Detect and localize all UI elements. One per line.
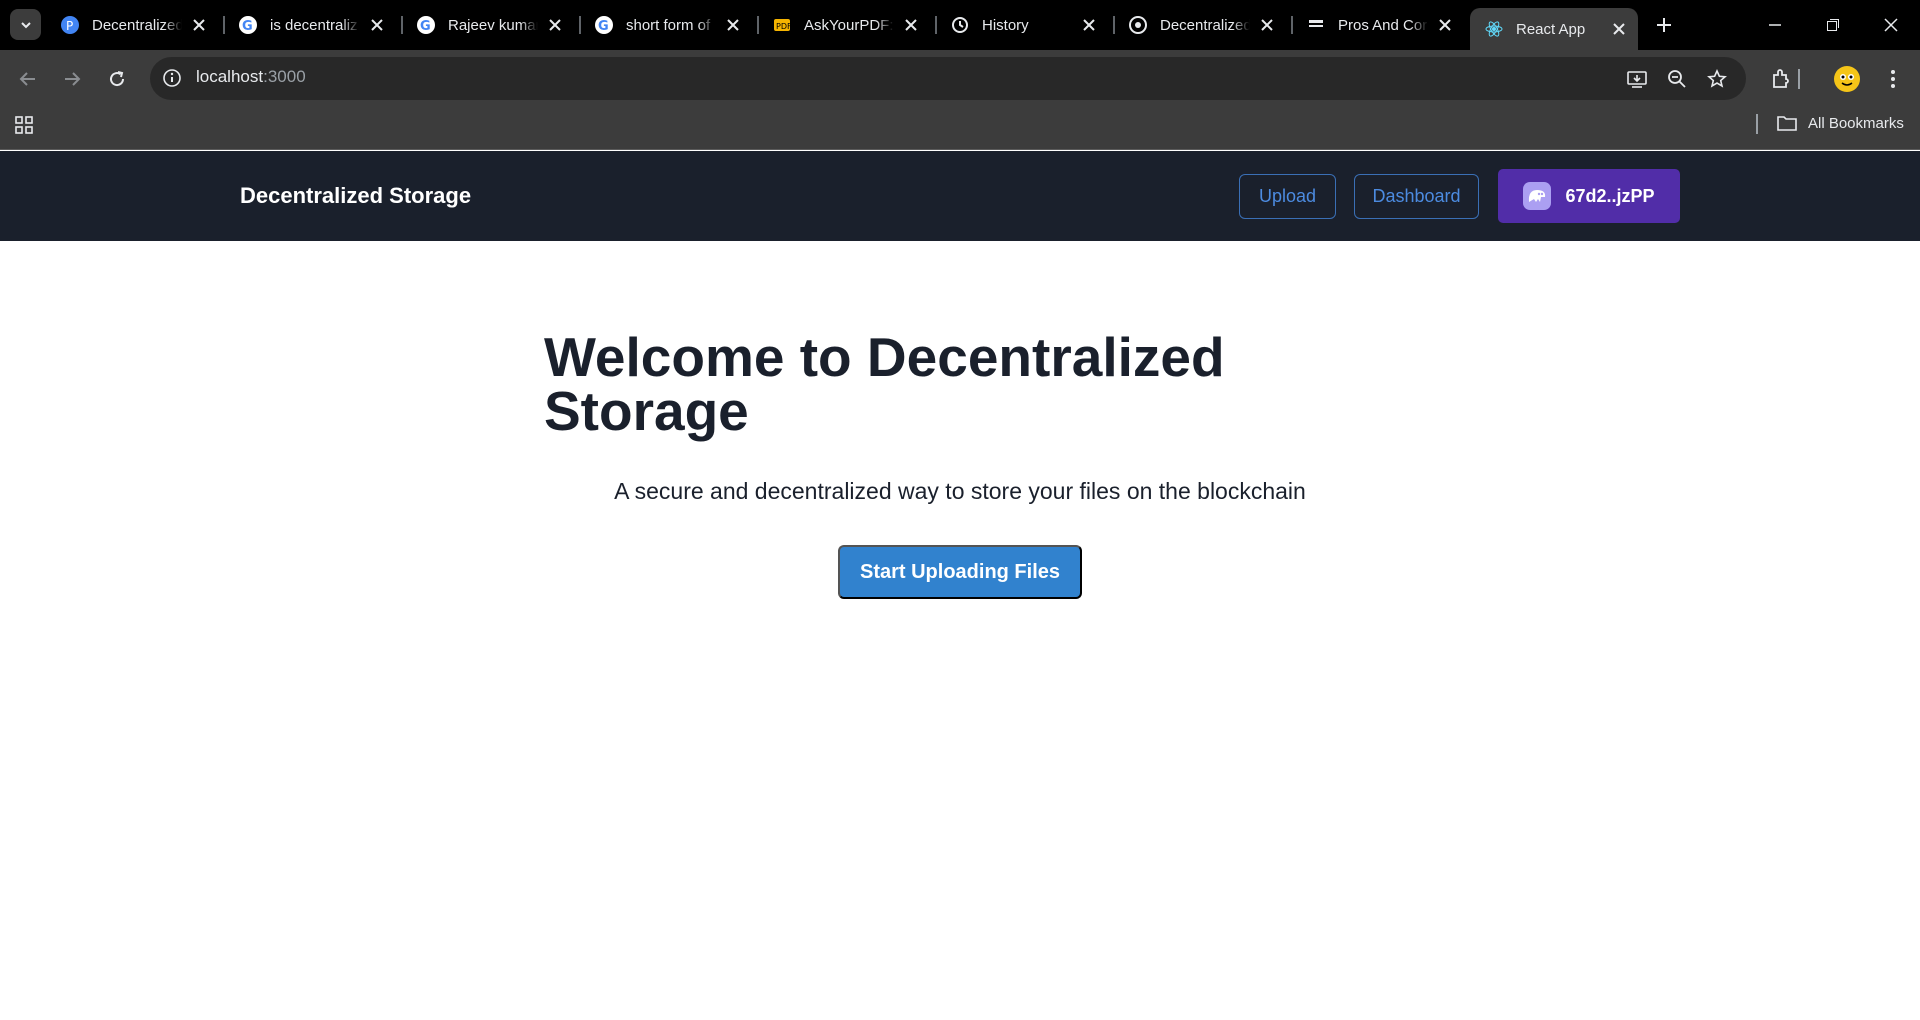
close-icon[interactable] xyxy=(724,16,742,34)
reload-button[interactable] xyxy=(102,64,132,94)
restore-icon xyxy=(1827,19,1839,31)
forward-button[interactable] xyxy=(57,64,87,94)
svg-text:G: G xyxy=(598,19,609,34)
tab-title: short form of xyxy=(626,16,711,34)
google-favicon-icon: G xyxy=(238,15,258,35)
tab-title: History xyxy=(982,16,1029,34)
info-icon[interactable] xyxy=(160,66,184,90)
tab-search-button[interactable] xyxy=(10,9,41,40)
browser-tab[interactable]: G short form of xyxy=(580,0,752,50)
back-button[interactable] xyxy=(13,64,43,94)
browser-tab[interactable]: Pros And Cor xyxy=(1292,0,1464,50)
chevron-down-icon xyxy=(20,21,31,28)
bookmarks-bar xyxy=(0,108,1920,150)
start-uploading-button[interactable]: Start Uploading Files xyxy=(838,545,1082,599)
document-favicon-icon xyxy=(1306,15,1326,35)
tab-title: is decentraliz xyxy=(270,16,358,34)
new-tab-button[interactable] xyxy=(1650,11,1678,39)
browser-tab[interactable]: G Rajeev kumar xyxy=(402,0,574,50)
restore-button[interactable] xyxy=(1804,0,1862,50)
arrow-left-icon xyxy=(19,72,35,86)
url-host: localhost xyxy=(196,67,264,86)
hero-subtitle: A secure and decentralized way to store … xyxy=(614,478,1306,504)
close-icon[interactable] xyxy=(902,16,920,34)
tab-title: Decentralized xyxy=(1160,16,1250,34)
upload-nav-button[interactable]: Upload xyxy=(1239,174,1336,219)
wallet-address: 67d2..jzPP xyxy=(1565,185,1655,206)
close-icon[interactable] xyxy=(546,16,564,34)
tab-title: Pros And Cor xyxy=(1338,16,1428,34)
browser-tab[interactable]: P Decentralized xyxy=(46,0,218,50)
arrow-right-icon xyxy=(65,72,81,86)
tab-title: Rajeev kumar xyxy=(448,16,538,34)
close-icon[interactable] xyxy=(1080,16,1098,34)
tab-title: React App xyxy=(1516,20,1586,38)
browser-tab[interactable]: Decentralized xyxy=(1114,0,1286,50)
apps-grid-icon[interactable] xyxy=(12,113,36,137)
chatgpt-favicon-icon xyxy=(1128,15,1148,35)
browser-tab[interactable]: History xyxy=(936,0,1108,50)
all-bookmarks-label: All Bookmarks xyxy=(1808,114,1904,132)
all-bookmarks-button[interactable]: All Bookmarks xyxy=(1776,114,1904,132)
perplexity-favicon-icon: P xyxy=(60,15,80,35)
history-icon xyxy=(950,15,970,35)
google-favicon-icon: G xyxy=(416,15,436,35)
window-close-button[interactable] xyxy=(1862,0,1920,50)
phantom-wallet-icon xyxy=(1523,182,1552,210)
svg-text:G: G xyxy=(242,19,253,34)
extensions-icon[interactable] xyxy=(1766,64,1796,94)
bookmarks-divider xyxy=(1756,114,1758,134)
toolbar-divider xyxy=(1798,69,1800,89)
folder-icon xyxy=(1776,114,1798,132)
avatar[interactable] xyxy=(1832,64,1862,94)
zoom-icon[interactable] xyxy=(1662,64,1692,94)
svg-text:PDF: PDF xyxy=(776,22,792,31)
more-menu-icon[interactable] xyxy=(1878,64,1908,94)
star-icon[interactable] xyxy=(1702,64,1732,94)
close-icon[interactable] xyxy=(1436,16,1454,34)
url-text[interactable]: localhost:3000 xyxy=(196,67,306,87)
close-icon[interactable] xyxy=(190,16,208,34)
askyourpdf-favicon-icon: PDF xyxy=(772,15,792,35)
react-favicon-icon xyxy=(1484,19,1504,39)
url-port: :3000 xyxy=(263,67,306,86)
minimize-icon xyxy=(1769,24,1781,26)
plus-icon xyxy=(1657,18,1671,32)
tab-title: AskYourPDF: xyxy=(804,16,894,34)
wallet-button[interactable]: 67d2..jzPP xyxy=(1498,169,1680,223)
browser-tab-active[interactable]: React App xyxy=(1470,8,1638,50)
svg-text:G: G xyxy=(420,19,431,34)
tab-title: Decentralized xyxy=(92,16,182,34)
svg-text:P: P xyxy=(66,19,73,33)
hero-title: Welcome to Decentralized Storage xyxy=(544,326,1225,442)
address-bar[interactable] xyxy=(150,57,1746,100)
brand-title[interactable]: Decentralized Storage xyxy=(240,183,471,209)
browser-tab[interactable]: PDF AskYourPDF: xyxy=(758,0,930,50)
close-icon xyxy=(1884,18,1898,32)
close-icon[interactable] xyxy=(368,16,386,34)
close-icon[interactable] xyxy=(1610,20,1628,38)
close-icon[interactable] xyxy=(1258,16,1276,34)
google-favicon-icon: G xyxy=(594,15,614,35)
reload-icon xyxy=(110,71,125,87)
browser-tab[interactable]: G is decentraliz xyxy=(224,0,396,50)
minimize-button[interactable] xyxy=(1746,0,1804,50)
dashboard-nav-button[interactable]: Dashboard xyxy=(1354,174,1479,219)
install-app-icon[interactable] xyxy=(1622,64,1652,94)
